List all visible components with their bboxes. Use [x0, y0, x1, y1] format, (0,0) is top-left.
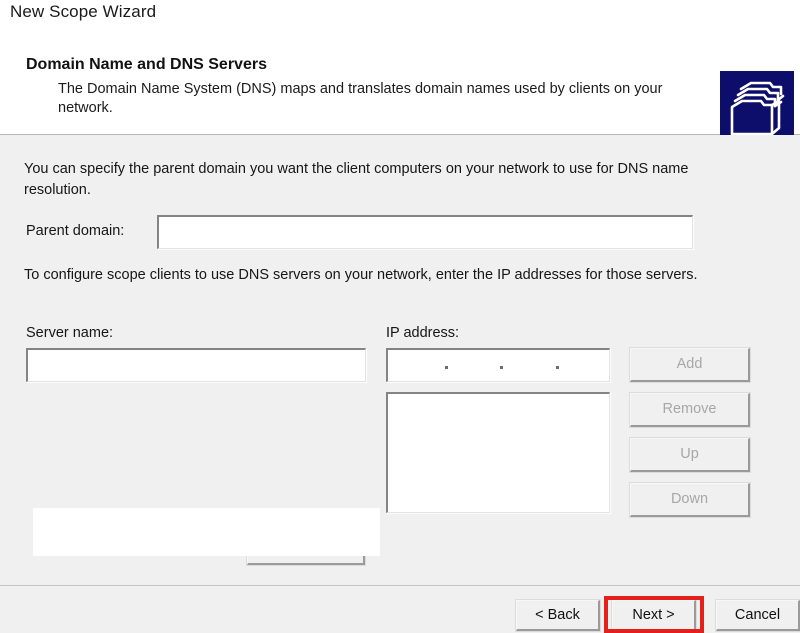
- server-name-input[interactable]: [26, 348, 366, 382]
- up-button[interactable]: Up: [629, 437, 751, 473]
- dns-servers-listbox[interactable]: [386, 392, 610, 513]
- ip-octet-separator-3: [556, 366, 559, 369]
- add-button[interactable]: Add: [629, 347, 751, 383]
- ip-octet-separator-2: [500, 366, 503, 369]
- parent-domain-paragraph: You can specify the parent domain you wa…: [24, 161, 689, 198]
- back-button[interactable]: < Back: [515, 599, 601, 632]
- wizard-body: You can specify the parent domain you wa…: [0, 135, 800, 585]
- ip-address-label: IP address:: [386, 325, 460, 341]
- wizard-footer: < Back Next > Cancel: [0, 586, 800, 633]
- page-description: The Domain Name System (DNS) maps and tr…: [58, 81, 663, 116]
- next-button[interactable]: Next >: [611, 599, 697, 632]
- server-name-label: Server name:: [26, 325, 114, 341]
- page-title: Domain Name and DNS Servers: [26, 56, 267, 73]
- down-button[interactable]: Down: [629, 482, 751, 518]
- parent-domain-label: Parent domain:: [26, 223, 125, 239]
- cancel-button[interactable]: Cancel: [715, 599, 800, 632]
- blank-panel: [33, 508, 380, 556]
- window-title: New Scope Wizard: [10, 2, 157, 21]
- ip-octet-separator-1: [445, 366, 448, 369]
- remove-button[interactable]: Remove: [629, 392, 751, 428]
- dns-servers-paragraph: To configure scope clients to use DNS se…: [24, 267, 698, 283]
- wizard-header: Domain Name and DNS Servers The Domain N…: [0, 32, 800, 151]
- parent-domain-input[interactable]: [157, 215, 693, 249]
- ip-address-input[interactable]: [386, 348, 610, 382]
